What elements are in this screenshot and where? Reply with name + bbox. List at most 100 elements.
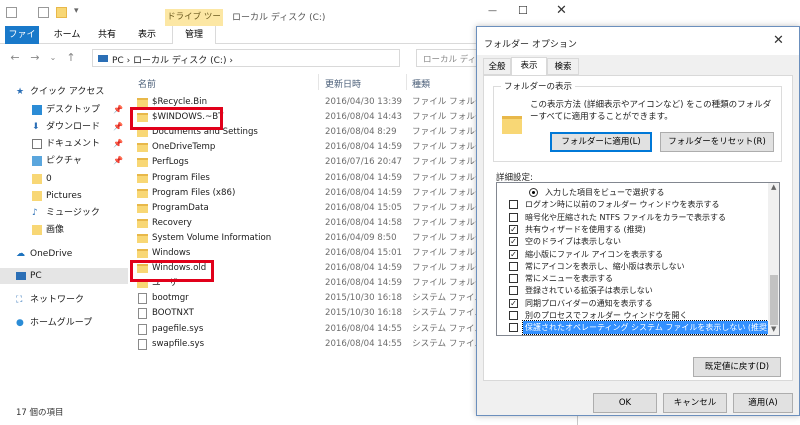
tab-file[interactable]: ファイル: [5, 26, 39, 58]
advanced-setting-item[interactable]: 入力した項目をビューで選択する: [497, 186, 769, 199]
nav-documents[interactable]: ドキュメント 📌: [0, 136, 128, 152]
folder-icon: [32, 191, 42, 201]
tab-view[interactable]: 表示: [511, 57, 547, 76]
file-type: システム ファイル: [412, 308, 484, 319]
ok-button[interactable]: OK: [593, 393, 657, 413]
title-bar: ▾ ドライブ ツール ローカル ディスク (C:) — ☐ ✕: [0, 0, 578, 39]
nav-downloads[interactable]: ⬇ ダウンロード 📌: [0, 119, 128, 135]
checkbox[interactable]: [509, 311, 518, 320]
dialog-title-bar: フォルダー オプション ✕: [477, 27, 799, 55]
scroll-down-icon[interactable]: ▼: [771, 325, 776, 333]
advanced-setting-item[interactable]: ✓ 共有ウィザードを使用する (推奨): [497, 223, 769, 236]
nav-homegroup[interactable]: ● ホームグループ: [0, 315, 128, 331]
close-icon[interactable]: ✕: [773, 33, 784, 48]
advanced-setting-item[interactable]: 暗号化や圧縮された NTFS ファイルをカラーで表示する: [497, 211, 769, 224]
breadcrumb[interactable]: PC › ローカル ディスク (C:) ›: [112, 53, 233, 66]
pin-icon[interactable]: 📌: [113, 119, 123, 135]
advanced-setting-label: ログオン時に以前のフォルダー ウィンドウを表示する: [525, 200, 720, 210]
nav-images[interactable]: 画像: [0, 222, 128, 238]
advanced-setting-item[interactable]: 保護されたオペレーティング システム ファイルを表示しない (推奨): [497, 320, 774, 335]
nav-quick-access[interactable]: ★ クイック アクセス: [0, 84, 128, 100]
checkbox[interactable]: [509, 323, 518, 333]
column-name[interactable]: 名前: [138, 77, 156, 90]
tab-search[interactable]: 検索: [547, 58, 579, 75]
forward-icon[interactable]: →: [28, 51, 42, 65]
advanced-setting-item[interactable]: 別のプロセスでフォルダー ウィンドウを開く: [497, 309, 769, 322]
file-date: 2015/10/30 16:18: [325, 308, 403, 319]
customize-quick-access-icon[interactable]: ▾: [74, 6, 79, 16]
maximize-icon[interactable]: ☐: [518, 4, 528, 17]
folder-icon: [137, 98, 148, 107]
checkbox[interactable]: [509, 200, 518, 210]
cancel-button[interactable]: キャンセル: [663, 393, 727, 413]
advanced-setting-item[interactable]: 常にメニューを表示する: [497, 272, 769, 285]
file-date: 2016/08/04 15:01: [325, 248, 403, 258]
folder-icon: [137, 173, 148, 183]
advanced-setting-item[interactable]: ✓ 縮小版にファイル アイコンを表示する: [497, 248, 769, 261]
advanced-setting-label: 同期プロバイダーの通知を表示する: [525, 298, 653, 308]
nav-desktop[interactable]: デスクトップ 📌: [0, 102, 128, 118]
apply-button[interactable]: 適用(A): [733, 393, 793, 413]
nav-pictures-folder[interactable]: Pictures: [0, 188, 128, 204]
advanced-setting-label: 常にアイコンを表示し、縮小版は表示しない: [525, 261, 685, 271]
tab-view[interactable]: 表示: [130, 26, 164, 44]
checkbox[interactable]: ✓: [509, 298, 518, 308]
checkbox[interactable]: [509, 212, 518, 222]
file-name: pagefile.sys: [152, 323, 204, 334]
folder-icon: [502, 116, 522, 134]
folder-view-description: この表示方法 (詳細表示やアイコンなど) をこの種類のフォルダーすべてに適用する…: [530, 100, 772, 122]
advanced-settings-list[interactable]: 入力した項目をビューで選択する ログオン時に以前のフォルダー ウィンドウを表示する…: [496, 182, 780, 336]
advanced-setting-item[interactable]: 登録されている拡張子は表示しない: [497, 284, 769, 297]
close-icon[interactable]: ✕: [556, 3, 567, 18]
homegroup-icon: ●: [16, 318, 24, 328]
checkbox[interactable]: [509, 274, 518, 284]
checkbox[interactable]: [509, 261, 518, 271]
folder-icon: [32, 225, 42, 235]
nav-folder-0[interactable]: 0: [0, 171, 128, 187]
folder-icon: [137, 218, 148, 228]
checkbox[interactable]: [509, 286, 518, 296]
checkbox[interactable]: ✓: [509, 224, 518, 234]
advanced-setting-item[interactable]: ✓ 空のドライブは表示しない: [497, 235, 769, 248]
advanced-setting-item[interactable]: 常にアイコンを表示し、縮小版は表示しない: [497, 260, 769, 273]
advanced-setting-item[interactable]: ログオン時に以前のフォルダー ウィンドウを表示する: [497, 198, 769, 211]
column-type[interactable]: 種類: [412, 77, 430, 90]
file-date: 2016/08/04 14:55: [325, 323, 403, 334]
advanced-setting-label: 共有ウィザードを使用する (推奨): [525, 224, 646, 234]
folder-icon: [137, 188, 148, 198]
new-folder-icon[interactable]: [56, 7, 67, 18]
tab-manage[interactable]: 管理: [172, 26, 216, 44]
radio-button[interactable]: [529, 188, 538, 197]
column-date[interactable]: 更新日時: [325, 77, 361, 90]
nav-music[interactable]: ♪ ミュージック: [0, 205, 128, 221]
properties-icon[interactable]: [38, 7, 49, 18]
minimize-icon[interactable]: —: [488, 6, 497, 16]
restore-defaults-button[interactable]: 既定値に戻す(D): [693, 357, 781, 377]
up-icon[interactable]: ↑: [64, 51, 78, 65]
file-name: Program Files: [152, 172, 210, 183]
pin-icon[interactable]: 📌: [113, 102, 123, 118]
checkbox[interactable]: ✓: [509, 237, 518, 247]
reset-folders-button[interactable]: フォルダーをリセット(R): [660, 132, 774, 152]
desktop-icon: [32, 105, 42, 115]
back-icon[interactable]: ←: [8, 51, 22, 65]
pin-icon[interactable]: 📌: [113, 153, 123, 169]
file-name: Program Files (x86): [152, 187, 236, 198]
checkbox[interactable]: ✓: [509, 249, 518, 259]
pin-icon[interactable]: 📌: [113, 136, 123, 152]
advanced-setting-item[interactable]: ✓ 同期プロバイダーの通知を表示する: [497, 297, 769, 310]
nav-onedrive[interactable]: ☁ OneDrive: [0, 246, 128, 262]
folder-icon[interactable]: [6, 7, 17, 18]
nav-pictures[interactable]: ピクチャ 📌: [0, 153, 128, 169]
tab-home[interactable]: ホーム: [50, 26, 84, 44]
file-date: 2016/08/04 15:05: [325, 202, 403, 213]
tab-general[interactable]: 全般: [483, 58, 511, 75]
nav-network[interactable]: ⛶ ネットワーク: [0, 292, 128, 308]
apply-to-folders-button[interactable]: フォルダーに適用(L): [550, 132, 652, 152]
recent-locations-icon[interactable]: ⌄: [46, 51, 60, 65]
nav-pc[interactable]: PC: [0, 268, 128, 284]
scroll-thumb[interactable]: [770, 275, 778, 325]
tab-share[interactable]: 共有: [90, 26, 124, 44]
scroll-up-icon[interactable]: ▲: [771, 183, 776, 191]
drive-tools-contextual-tab: ドライブ ツール: [165, 9, 223, 39]
